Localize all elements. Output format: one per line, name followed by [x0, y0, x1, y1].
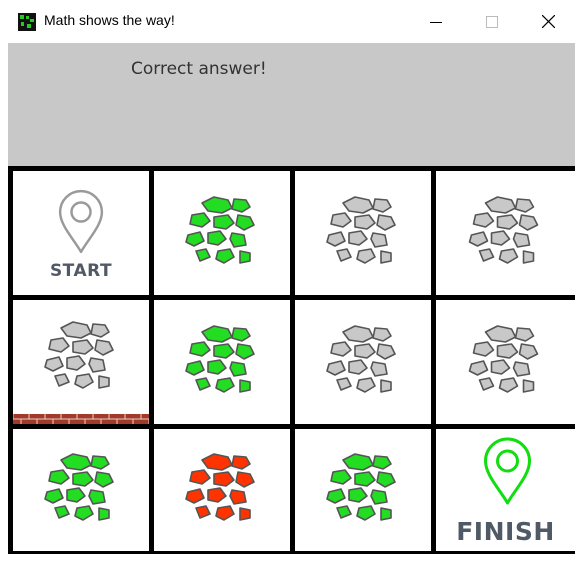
stone-tile-wrong[interactable] [154, 429, 290, 551]
feedback-message: Correct answer! [131, 59, 267, 79]
stones-icon [468, 196, 539, 264]
window-bottom-edge [0, 554, 575, 561]
stone-tile-unvisited[interactable] [436, 171, 575, 295]
game-board: START FINISH [8, 166, 575, 554]
window-title: Math shows the way! [44, 12, 175, 28]
stone-tile-correct[interactable] [295, 429, 431, 551]
close-icon [541, 15, 555, 28]
stone-tile-unvisited[interactable] [436, 300, 575, 424]
stones-icon [326, 453, 396, 521]
stones-icon [185, 196, 255, 264]
stones-icon [185, 453, 255, 521]
stone-tile-correct[interactable] [13, 429, 149, 551]
brick-wall [13, 414, 149, 424]
maximize-button[interactable] [464, 0, 520, 43]
stones-icon [468, 325, 539, 393]
window-left-edge [0, 43, 8, 561]
stone-tile-unvisited[interactable] [13, 300, 149, 424]
maximize-icon [486, 15, 498, 28]
start-cell[interactable]: START [13, 171, 149, 295]
stone-tile-correct[interactable] [154, 300, 290, 424]
stones-icon [326, 196, 396, 264]
finish-label: FINISH [456, 517, 555, 546]
game-window: Math shows the way! Correct answer! STAR… [0, 0, 575, 561]
finish-cell[interactable]: FINISH [436, 429, 575, 551]
stones-icon [326, 325, 396, 393]
stone-tile-correct[interactable] [154, 171, 290, 295]
stone-tile-unvisited[interactable] [295, 171, 431, 295]
stones-icon [13, 321, 149, 424]
stones-icon [44, 453, 114, 521]
start-label: START [49, 261, 113, 281]
title-bar[interactable]: Math shows the way! [0, 0, 575, 43]
message-panel: Correct answer! [8, 43, 575, 167]
minimize-icon [430, 21, 442, 23]
minimize-button[interactable] [408, 0, 464, 43]
app-icon [18, 13, 36, 31]
stone-tile-unvisited[interactable] [295, 300, 431, 424]
close-button[interactable] [520, 0, 575, 43]
stones-icon [185, 325, 255, 393]
